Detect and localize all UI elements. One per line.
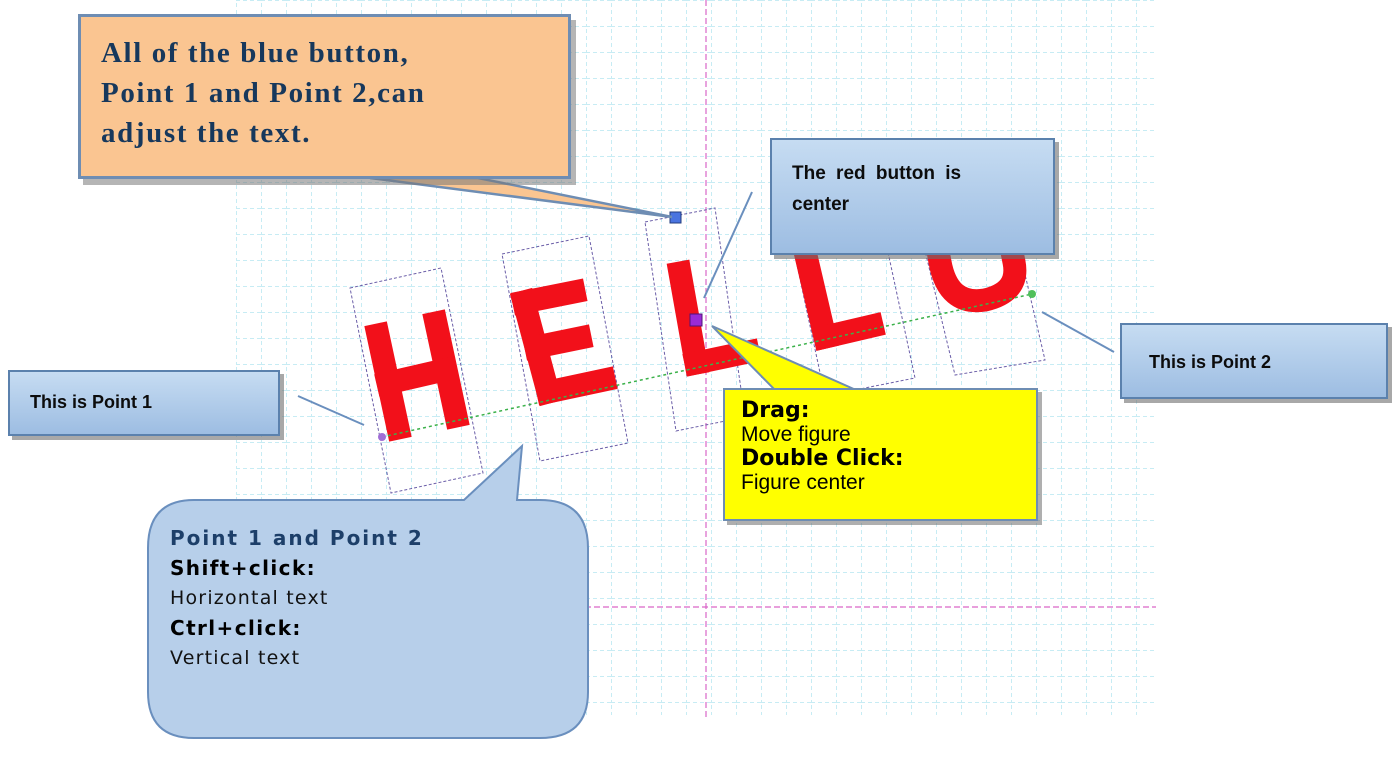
shift-heading: Shift+click:	[170, 556, 317, 580]
point-1-label: This is Point 1	[8, 370, 280, 436]
red-button-line-2: center	[792, 194, 850, 215]
ctrl-heading: Ctrl+click:	[170, 616, 302, 640]
blue-buttons-line-2: Point 1 and Point 2,can	[101, 77, 426, 109]
red-button-callout: The red button is center	[770, 138, 1055, 255]
modifier-callout: Point 1 and Point 2 Shift+click: Horizon…	[170, 523, 570, 723]
drag-heading: Drag:	[741, 398, 810, 423]
blue-buttons-line-1: All of the blue button,	[101, 37, 410, 69]
blue-buttons-callout: All of the blue button, Point 1 and Poin…	[78, 14, 571, 179]
point-2-label: This is Point 2	[1120, 323, 1388, 399]
ctrl-body: Vertical text	[170, 647, 301, 669]
point-1-handle[interactable]	[378, 433, 386, 441]
point-2-handle[interactable]	[1028, 290, 1036, 298]
double-click-heading: Double Click:	[741, 446, 904, 471]
drag-body: Move figure	[741, 423, 851, 446]
shift-body: Horizontal text	[170, 587, 329, 609]
drag-callout: Drag: Move figure Double Click: Figure c…	[723, 388, 1038, 521]
center-handle[interactable]	[689, 313, 703, 327]
modifier-title: Point 1 and Point 2	[170, 526, 424, 550]
double-click-body: Figure center	[741, 471, 865, 494]
blue-buttons-line-3: adjust the text.	[101, 117, 312, 149]
red-button-line-1: The red button is	[792, 163, 962, 184]
